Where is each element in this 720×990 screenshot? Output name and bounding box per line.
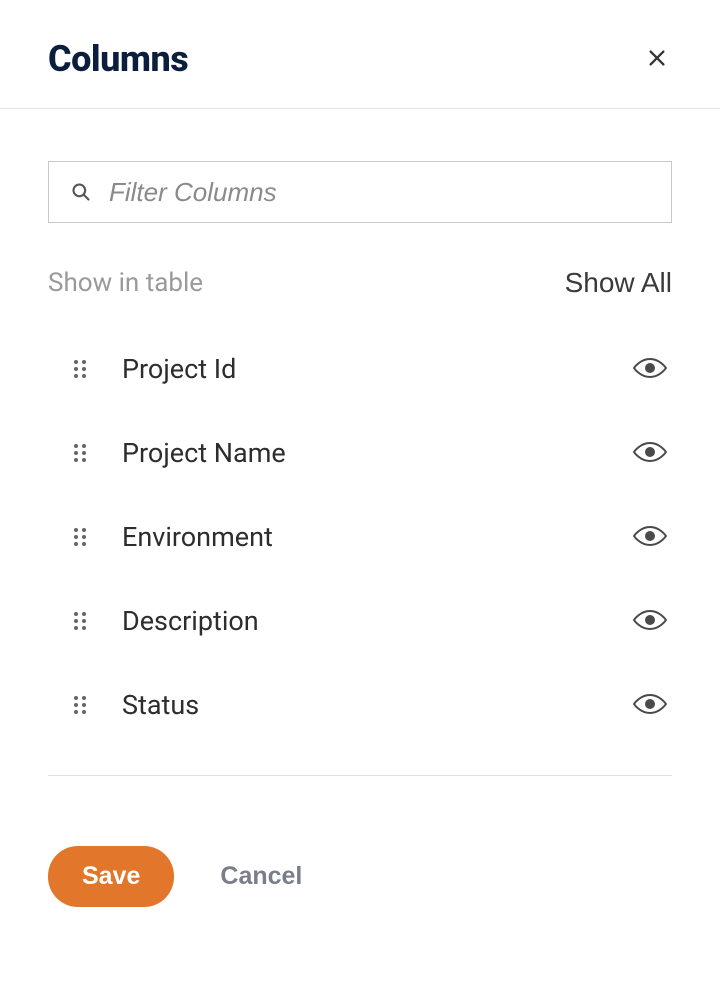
column-row: Environment	[48, 495, 672, 579]
search-icon	[71, 182, 91, 202]
modal-title: Columns	[48, 38, 188, 80]
column-row: Project Id	[48, 327, 672, 411]
column-label: Description	[122, 605, 632, 637]
modal-header: Columns	[0, 0, 720, 109]
eye-icon	[632, 692, 668, 719]
column-label: Project Id	[122, 353, 632, 385]
visibility-toggle-button[interactable]	[632, 692, 672, 719]
visibility-toggle-button[interactable]	[632, 524, 672, 551]
visibility-toggle-button[interactable]	[632, 608, 672, 635]
search-wrapper	[48, 161, 672, 223]
subheader: Show in table Show All	[48, 267, 672, 299]
drag-handle-icon[interactable]	[72, 525, 88, 549]
show-all-button[interactable]: Show All	[565, 267, 672, 299]
show-in-table-label: Show in table	[48, 268, 203, 298]
modal-body: Show in table Show All Project Id	[0, 109, 720, 776]
close-button[interactable]	[642, 43, 672, 76]
columns-list: Project Id Project Name	[48, 327, 672, 747]
cancel-button[interactable]: Cancel	[220, 862, 302, 891]
column-row: Description	[48, 579, 672, 663]
eye-icon	[632, 608, 668, 635]
drag-handle-icon[interactable]	[72, 357, 88, 381]
column-row: Status	[48, 663, 672, 747]
drag-handle-icon[interactable]	[72, 441, 88, 465]
eye-icon	[632, 356, 668, 383]
eye-icon	[632, 440, 668, 467]
modal-footer: Save Cancel	[0, 776, 720, 907]
column-label: Status	[122, 689, 632, 721]
drag-handle-icon[interactable]	[72, 609, 88, 633]
filter-columns-input[interactable]	[109, 177, 649, 208]
close-icon	[646, 47, 668, 72]
save-button[interactable]: Save	[48, 846, 174, 907]
column-label: Project Name	[122, 437, 632, 469]
eye-icon	[632, 524, 668, 551]
column-label: Environment	[122, 521, 632, 553]
column-row: Project Name	[48, 411, 672, 495]
visibility-toggle-button[interactable]	[632, 440, 672, 467]
drag-handle-icon[interactable]	[72, 693, 88, 717]
visibility-toggle-button[interactable]	[632, 356, 672, 383]
